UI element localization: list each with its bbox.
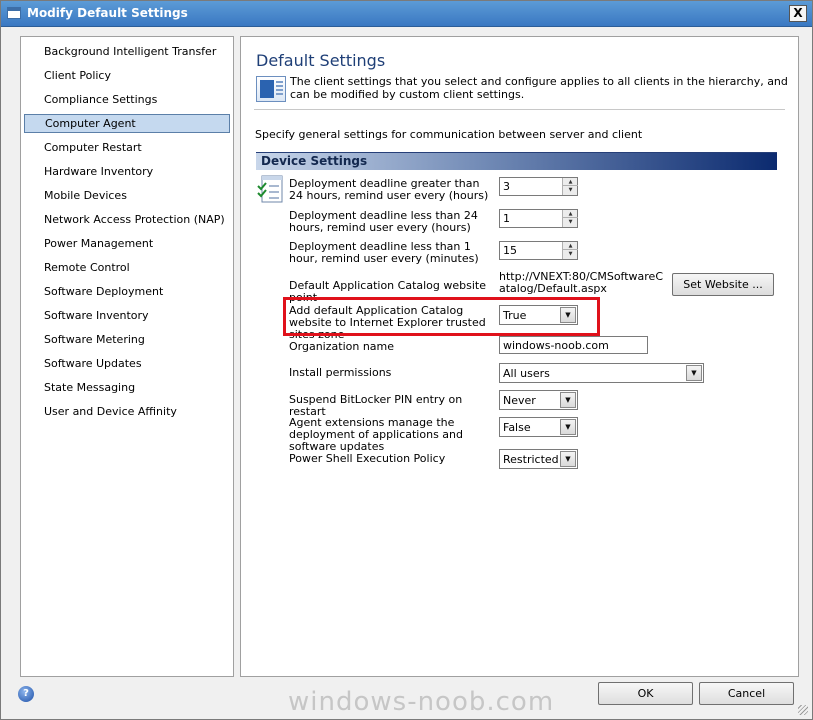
page-description: The client settings that you select and … <box>290 75 788 101</box>
catalog-point-url: http://VNEXT:80/CMSoftwareCatalog/Defaul… <box>499 270 664 295</box>
spin-up-icon[interactable]: ▲ <box>563 210 578 218</box>
help-icon[interactable]: ? <box>18 686 34 702</box>
nav-item-software-updates[interactable]: Software Updates <box>24 354 230 373</box>
ok-button[interactable]: OK <box>598 682 693 705</box>
nav-item-user-and-device-affinity[interactable]: User and Device Affinity <box>24 402 230 421</box>
agent-extensions-select[interactable]: False ▼ <box>499 417 578 437</box>
nav-item-software-metering[interactable]: Software Metering <box>24 330 230 349</box>
dialog-window: Modify Default Settings X Background Int… <box>0 0 813 720</box>
separator <box>254 109 785 110</box>
close-button[interactable]: X <box>789 5 807 22</box>
nav-item-computer-agent[interactable]: Computer Agent <box>24 114 230 133</box>
chevron-down-icon[interactable]: ▼ <box>686 365 702 381</box>
page-title: Default Settings <box>256 51 386 70</box>
window-title: Modify Default Settings <box>27 6 188 20</box>
select-value: False <box>503 421 531 434</box>
group-header-label: Device Settings <box>261 154 368 168</box>
spin-down-icon[interactable]: ▼ <box>563 218 578 226</box>
nav-item-power-management[interactable]: Power Management <box>24 234 230 253</box>
spin-down-icon[interactable]: ▼ <box>563 250 578 258</box>
cancel-button[interactable]: Cancel <box>699 682 794 705</box>
ps-policy-label: Power Shell Execution Policy <box>289 452 446 465</box>
spinner-value: 1 <box>503 212 510 225</box>
spin-up-icon[interactable]: ▲ <box>563 178 578 186</box>
spinner-value: 3 <box>503 180 510 193</box>
select-value: All users <box>503 367 550 380</box>
nav-item-client-policy[interactable]: Client Policy <box>24 66 230 85</box>
nav-item-compliance-settings[interactable]: Compliance Settings <box>24 90 230 109</box>
spinner-value: 15 <box>503 244 517 257</box>
document-icon <box>256 76 286 102</box>
chevron-down-icon[interactable]: ▼ <box>560 392 576 408</box>
select-value: Never <box>503 394 536 407</box>
resize-grip[interactable] <box>798 705 808 715</box>
deadline-lt-1-spinner[interactable]: 15 ▲ ▼ <box>499 241 578 260</box>
agent-extensions-label: Agent extensions manage the deployment o… <box>289 416 463 453</box>
bitlocker-label: Suspend BitLocker PIN entry on restart <box>289 393 463 418</box>
nav-item-network-access-protection[interactable]: Network Access Protection (NAP) <box>24 210 230 229</box>
settings-checklist-icon <box>257 175 283 203</box>
spin-up-icon[interactable]: ▲ <box>563 242 578 250</box>
window-icon <box>7 7 21 19</box>
org-name-label: Organization name <box>289 340 395 353</box>
bitlocker-select[interactable]: Never ▼ <box>499 390 578 410</box>
deadline-gt-24-label: Deployment deadline greater than 24 hour… <box>289 177 489 202</box>
nav-item-software-inventory[interactable]: Software Inventory <box>24 306 230 325</box>
nav-item-hardware-inventory[interactable]: Hardware Inventory <box>24 162 230 181</box>
page-subtitle: Specify general settings for communicati… <box>255 128 643 141</box>
deadline-gt-24-spinner[interactable]: 3 ▲ ▼ <box>499 177 578 196</box>
group-header-device-settings: Device Settings <box>256 152 777 170</box>
deadline-lt-24-spinner[interactable]: 1 ▲ ▼ <box>499 209 578 228</box>
input-value: windows-noob.com <box>503 339 609 352</box>
ps-policy-select[interactable]: Restricted ▼ <box>499 449 578 469</box>
deadline-lt-1-label: Deployment deadline less than 1 hour, re… <box>289 240 479 265</box>
nav-item-state-messaging[interactable]: State Messaging <box>24 378 230 397</box>
nav-item-background-intelligent-transfer[interactable]: Background Intelligent Transfer <box>24 42 230 61</box>
settings-content: Default Settings The client settings tha… <box>240 36 799 677</box>
nav-item-remote-control[interactable]: Remote Control <box>24 258 230 277</box>
install-permissions-select[interactable]: All users ▼ <box>499 363 704 383</box>
nav-item-computer-restart[interactable]: Computer Restart <box>24 138 230 157</box>
deadline-lt-24-label: Deployment deadline less than 24 hours, … <box>289 209 478 234</box>
highlight-annotation <box>283 297 600 336</box>
settings-nav: Background Intelligent Transfer Client P… <box>20 36 234 677</box>
spinner-arrows[interactable]: ▲ ▼ <box>562 242 578 259</box>
chevron-down-icon[interactable]: ▼ <box>560 451 576 467</box>
watermark: windows-noob.com <box>288 687 555 717</box>
set-website-button[interactable]: Set Website ... <box>672 273 774 296</box>
select-value: Restricted <box>503 453 559 466</box>
nav-item-software-deployment[interactable]: Software Deployment <box>24 282 230 301</box>
org-name-input[interactable]: windows-noob.com <box>499 336 648 354</box>
chevron-down-icon[interactable]: ▼ <box>560 419 576 435</box>
install-permissions-label: Install permissions <box>289 366 392 379</box>
spinner-arrows[interactable]: ▲ ▼ <box>562 178 578 195</box>
spinner-arrows[interactable]: ▲ ▼ <box>562 210 578 227</box>
spin-down-icon[interactable]: ▼ <box>563 186 578 194</box>
nav-item-mobile-devices[interactable]: Mobile Devices <box>24 186 230 205</box>
title-bar[interactable]: Modify Default Settings X <box>1 1 812 27</box>
